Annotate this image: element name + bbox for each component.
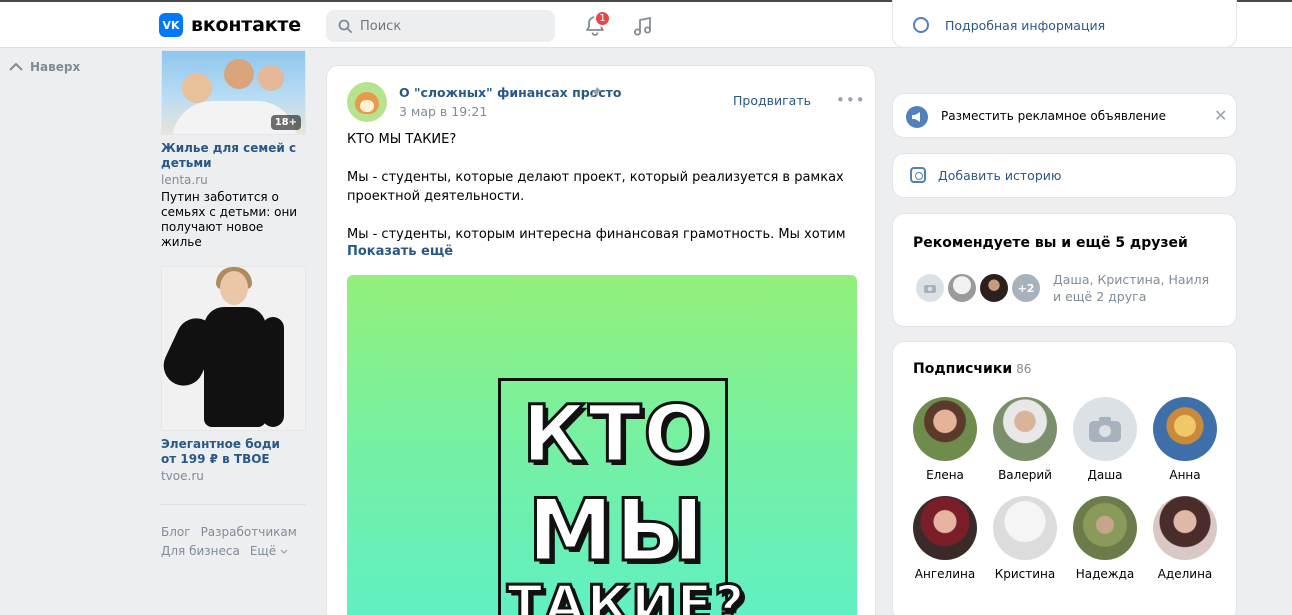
chevron-down-icon (280, 549, 288, 554)
blog-link[interactable]: Блог (161, 525, 191, 539)
camera-icon (910, 167, 926, 183)
subscriber-name: Даша (1087, 468, 1123, 482)
ad-title-line: от 199 ₽ в ТВОЕ (161, 452, 270, 466)
promote-button[interactable]: Продвигать (733, 93, 811, 108)
feed-post: О "сложных" финансах просто 3 мар в 19:2… (326, 65, 876, 615)
more-friends-badge: +2 (1010, 272, 1042, 304)
subscriber-avatar (993, 496, 1057, 560)
subscriber[interactable]: Надежда (1065, 496, 1145, 581)
image-text-line: МЫ (526, 481, 707, 581)
age-badge: 18+ (270, 115, 301, 130)
subscriber[interactable]: Елена (905, 397, 985, 482)
subscriber-name: Надежда (1075, 567, 1135, 581)
camera-icon (1089, 417, 1121, 442)
vk-logo[interactable]: VK вконтакте (159, 13, 301, 37)
close-icon[interactable]: ✕ (1214, 106, 1227, 125)
search-input[interactable] (360, 18, 540, 34)
post-paragraph: Мы - студенты, которые делают проект, ко… (347, 170, 844, 204)
image-text-line: КТО (521, 390, 712, 480)
add-story-label: Добавить историю (938, 168, 1062, 183)
back-to-top-label: Наверх (30, 60, 81, 74)
subscribers-title[interactable]: Подписчики 86 (913, 361, 1031, 377)
subscriber-avatar (1153, 496, 1217, 560)
recommend-names-line: Даша, Кристина, Наиля (1053, 272, 1210, 287)
ad-description: Путин заботится о семьях с детьми: они п… (161, 190, 298, 249)
subscribers-label: Подписчики (913, 361, 1013, 377)
vk-logo-icon: VK (159, 13, 183, 37)
info-link[interactable]: Подробная информация (945, 18, 1105, 33)
megaphone-icon (906, 106, 928, 128)
post-paragraph: Мы - студенты, которым интересна финансо… (347, 227, 846, 242)
info-card: Подробная информация (892, 0, 1237, 48)
subscribers-count: 86 (1016, 362, 1032, 376)
post-image[interactable]: КТО МЫ ТАКИЕ? (347, 275, 857, 615)
subscribers-card: Подписчики 86 Елена Валерий Даша Анна Анг… (892, 341, 1237, 615)
ad-image-bodysuit[interactable] (161, 266, 306, 431)
footer-links: Блог Разработчикам Для бизнеса Ещё (161, 523, 306, 561)
group-avatar[interactable] (347, 82, 387, 122)
camera-icon (924, 285, 936, 293)
subscriber[interactable]: Кристина (985, 496, 1065, 581)
subscriber[interactable]: Анна (1145, 397, 1225, 482)
friend-avatar (946, 272, 978, 304)
recommend-title: Рекомендуете вы и ещё 5 друзей (913, 235, 1188, 251)
ad-title[interactable]: Жилье для семей с детьми (161, 141, 306, 171)
subscriber-name: Анна (1169, 468, 1201, 482)
ad-domain: lenta.ru (161, 173, 208, 187)
subscriber-name: Кристина (994, 567, 1056, 581)
friends-avatars[interactable]: +2 (914, 272, 1054, 304)
advertise-label: Разместить рекламное объявление (941, 109, 1166, 123)
subscriber-name: Аделина (1157, 567, 1213, 581)
business-link[interactable]: Для бизнеса (161, 544, 240, 558)
ad-title[interactable]: Элегантное боди от 199 ₽ в ТВОЕ (161, 437, 306, 467)
more-link[interactable]: Ещё (250, 544, 288, 558)
add-story-card[interactable]: Добавить историю (892, 153, 1237, 198)
info-icon (913, 17, 929, 33)
subscriber[interactable]: Даша (1065, 397, 1145, 482)
subscriber-avatar (1073, 496, 1137, 560)
advertise-card[interactable]: Разместить рекламное объявление ✕ (892, 93, 1237, 138)
ads-column: 18+ Жилье для семей с детьми lenta.ru Пу… (161, 50, 306, 561)
more-options-icon[interactable]: ••• (836, 91, 866, 109)
ad-domain: tvoe.ru (161, 469, 204, 483)
recommend-card: Рекомендуете вы и ещё 5 друзей +2 Даша, … (892, 213, 1237, 327)
subscriber-avatar (1073, 397, 1137, 461)
subscriber-name: Валерий (998, 468, 1052, 482)
back-to-top-button[interactable]: Наверх (8, 60, 80, 74)
subscriber[interactable]: Валерий (985, 397, 1065, 482)
pin-icon (590, 87, 601, 98)
post-author[interactable]: О "сложных" финансах просто (399, 85, 622, 100)
search-icon (338, 19, 352, 33)
divider (161, 504, 306, 505)
chevron-up-icon (9, 62, 23, 71)
friend-avatar (914, 272, 946, 304)
subscriber[interactable]: Аделина (1145, 496, 1225, 581)
subscriber-avatar (993, 397, 1057, 461)
subscriber[interactable]: Ангелина (905, 496, 985, 581)
subscriber-avatar (913, 496, 977, 560)
subscriber-avatar (1153, 397, 1217, 461)
ad-title-line: Элегантное боди (161, 437, 280, 451)
music-icon[interactable] (631, 14, 655, 38)
post-paragraph: КТО МЫ ТАКИЕ? (347, 132, 457, 147)
notification-badge: 1 (594, 10, 611, 27)
image-text-line: ТАКИЕ? (506, 574, 747, 615)
friend-avatar (978, 272, 1010, 304)
subscriber-name: Елена (926, 468, 964, 482)
search-box[interactable] (326, 10, 555, 42)
logo-text: вконтакте (191, 14, 301, 36)
post-date[interactable]: 3 мар в 19:21 (399, 104, 487, 119)
show-more-link[interactable]: Показать ещё (347, 244, 453, 259)
subscriber-avatar (913, 397, 977, 461)
subscriber-name: Ангелина (914, 567, 976, 581)
developers-link[interactable]: Разработчикам (201, 525, 297, 539)
recommend-names-line: и ещё 2 друга (1053, 289, 1147, 304)
ad-image-family[interactable]: 18+ (161, 50, 306, 135)
recommend-names[interactable]: Даша, Кристина, Наиля и ещё 2 друга (1053, 271, 1209, 305)
post-text: КТО МЫ ТАКИЕ? Мы - студенты, которые дел… (347, 130, 859, 244)
